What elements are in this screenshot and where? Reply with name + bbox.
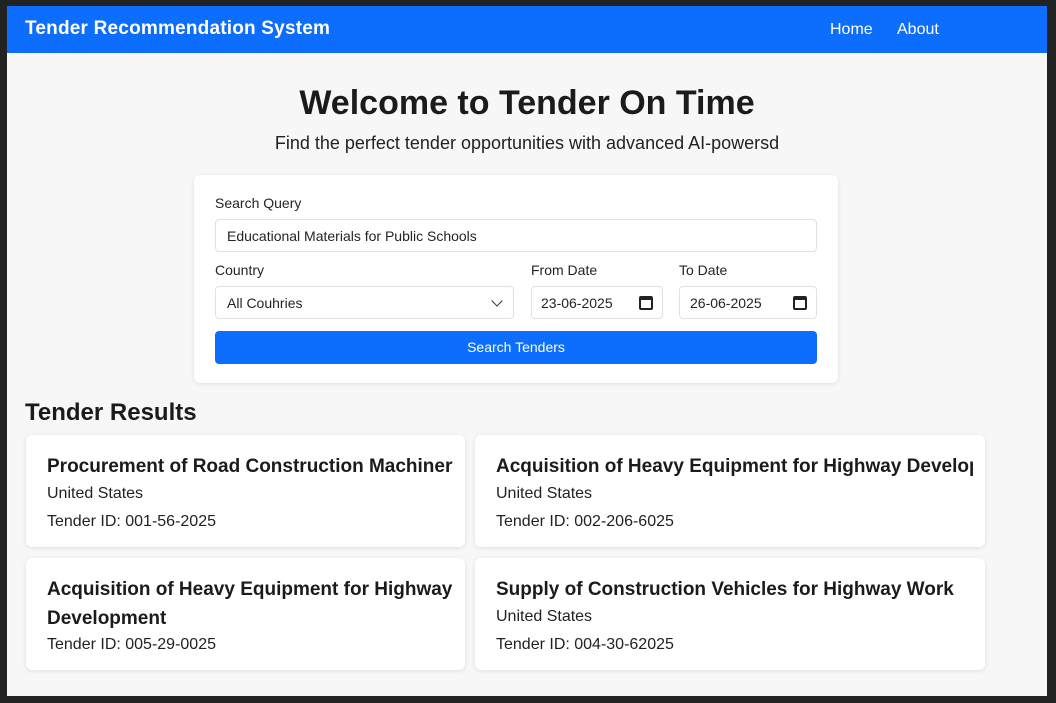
tender-country: United States <box>496 608 593 625</box>
tender-id: Tender ID: 004-30-62025 <box>496 636 674 653</box>
to-date-value: 26-06-2025 <box>690 294 762 311</box>
page-title: Welcome to Tender On Time <box>299 84 755 122</box>
country-label: Country <box>215 262 265 278</box>
tender-id: Tender ID: 001-56-2025 <box>47 513 216 530</box>
tender-card[interactable]: Acquisition of Heavy Equipment for Highw… <box>26 558 465 670</box>
search-query-input[interactable]: Educational Materials for Public Schools <box>215 219 817 252</box>
tender-title: Acquisition of Heavy Equipment for Highw… <box>496 456 973 477</box>
tender-title: Supply of Construction Vehicles for High… <box>496 579 954 600</box>
nav-link-about[interactable]: About <box>897 21 939 39</box>
country-select-value: All Couhries <box>227 294 303 311</box>
chevron-down-icon <box>491 295 503 307</box>
app-window: Tender Recommendation System Home About … <box>7 6 1047 696</box>
tender-card[interactable]: Procurement of Road Construction Machine… <box>26 435 465 547</box>
tender-country: United States <box>496 485 593 502</box>
tender-title: Acquisition of Heavy Equipment for Highw… <box>47 579 453 629</box>
from-date-label: From Date <box>531 262 598 278</box>
search-tenders-button[interactable]: Search Tenders <box>215 331 817 364</box>
to-date-input[interactable]: 26-06-2025 <box>679 286 817 319</box>
search-form-card: Search Query Educational Materials for P… <box>194 175 838 383</box>
to-date-label: To Date <box>679 262 728 278</box>
search-query-value: Educational Materials for Public Schools <box>227 227 477 244</box>
search-query-label: Search Query <box>215 195 302 211</box>
tender-title: Procurement of Road Construction Machine… <box>47 456 453 477</box>
calendar-icon[interactable] <box>793 296 807 310</box>
tender-card[interactable]: Acquisition of Heavy Equipment for Highw… <box>475 435 985 547</box>
nav-link-home[interactable]: Home <box>830 21 873 39</box>
from-date-input[interactable]: 23-06-2025 <box>531 286 663 319</box>
tender-id: Tender ID: 002-206-6025 <box>496 513 674 530</box>
calendar-icon[interactable] <box>639 296 653 310</box>
country-select[interactable]: All Couhries <box>215 286 514 319</box>
page-subtitle: Find the perfect tender opportunities wi… <box>274 133 780 153</box>
tender-card[interactable]: Supply of Construction Vehicles for High… <box>475 558 985 670</box>
tender-id: Tender ID: 005-29-0025 <box>47 636 216 653</box>
navbar: Tender Recommendation System Home About <box>7 6 1047 53</box>
from-date-value: 23-06-2025 <box>541 294 613 311</box>
tender-country: United States <box>47 485 144 502</box>
results-heading: Tender Results <box>25 399 197 426</box>
navbar-brand[interactable]: Tender Recommendation System <box>25 18 330 40</box>
